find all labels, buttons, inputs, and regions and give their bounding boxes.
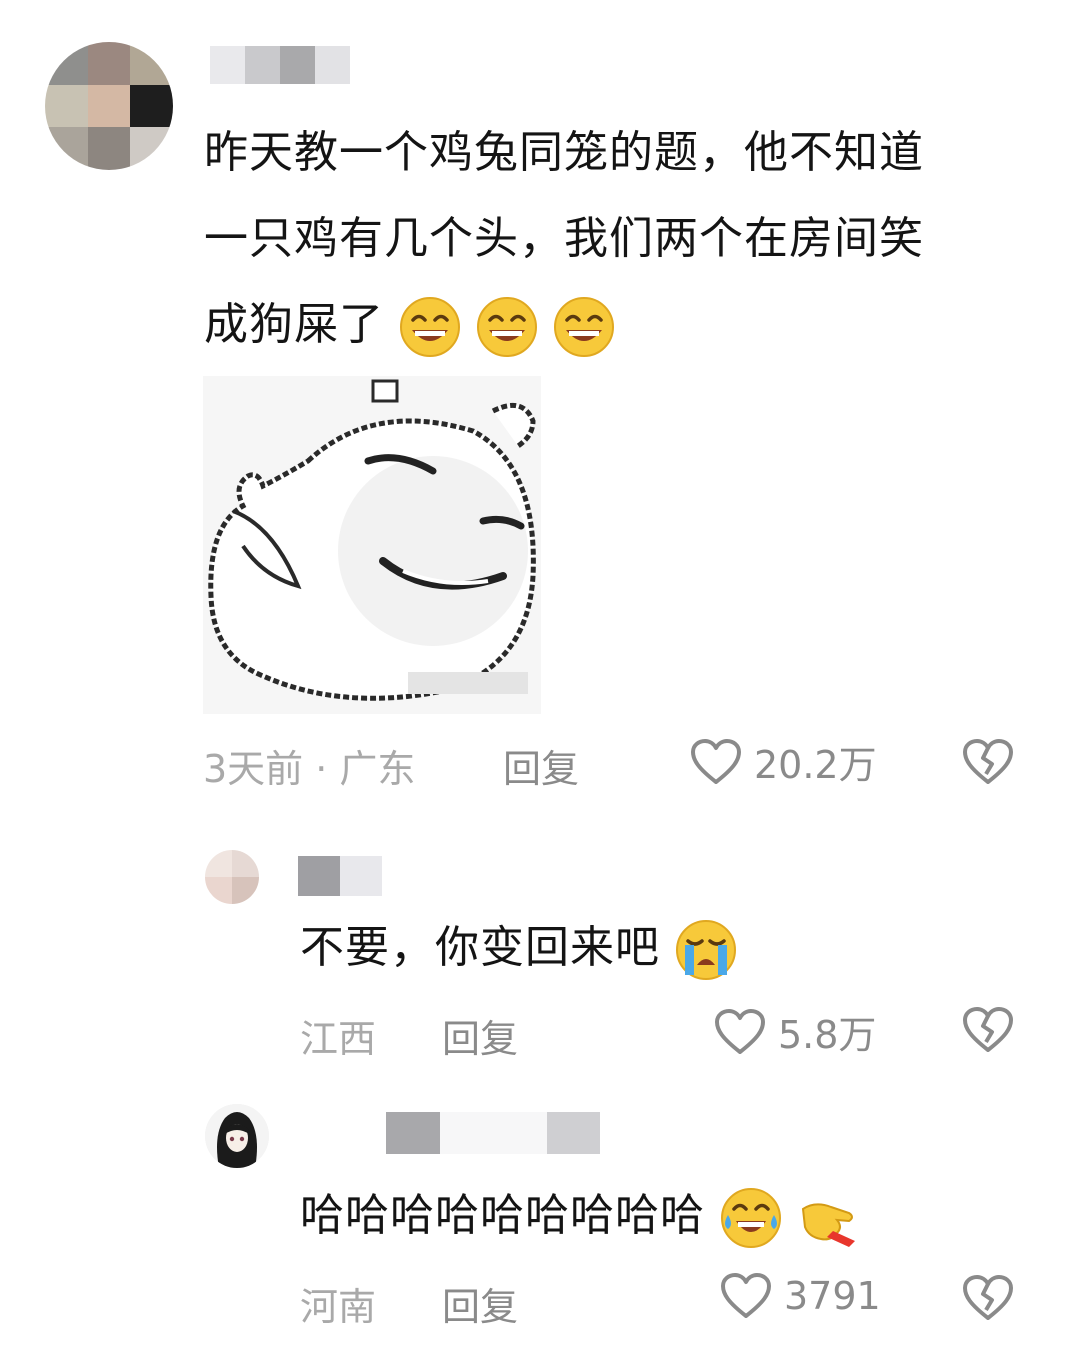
reply-location: 江西 xyxy=(300,1017,377,1061)
reply-button[interactable]: 回复 xyxy=(442,1008,518,1063)
like-button[interactable]: 3791 xyxy=(720,1272,881,1320)
username[interactable] xyxy=(386,1112,600,1154)
dislike-broken-heart-icon[interactable] xyxy=(962,1274,1014,1322)
like-count: 20.2万 xyxy=(754,743,877,787)
like-count: 3791 xyxy=(784,1274,881,1318)
comment-sticker-image[interactable] xyxy=(203,376,541,714)
avatar[interactable] xyxy=(205,1104,269,1168)
comment-line: 成狗屎了 xyxy=(204,299,384,350)
like-button[interactable]: 20.2万 xyxy=(690,734,877,789)
username[interactable] xyxy=(210,46,350,84)
reply-button[interactable]: 回复 xyxy=(503,738,579,793)
reply-text: 不要，你变回来吧 xyxy=(300,918,737,981)
anime-girl-avatar-image xyxy=(205,1104,269,1168)
avatar[interactable] xyxy=(45,42,173,170)
dislike-broken-heart-icon[interactable] xyxy=(962,738,1014,786)
reply-text: 哈哈哈哈哈哈哈哈哈 xyxy=(300,1186,859,1249)
reply-location: 河南 xyxy=(300,1285,377,1329)
grinning-face-emoji xyxy=(477,297,537,357)
comment-line: 昨天教一个鸡兔同笼的题，他不知道 xyxy=(204,127,924,178)
comment-text: 昨天教一个鸡兔同笼的题，他不知道 一只鸡有几个头，我们两个在房间笑 成狗屎了 xyxy=(204,110,1064,368)
grinning-face-emoji xyxy=(400,297,460,357)
face-with-tears-of-joy-emoji xyxy=(721,1188,781,1248)
heart-icon xyxy=(691,738,741,784)
comment-line: 成狗屎了 xyxy=(204,282,1064,368)
cartoon-sticker xyxy=(203,376,541,714)
comment-time-location: 3天前 · 广东 xyxy=(203,747,416,791)
loudly-crying-face-emoji xyxy=(676,920,736,980)
pointing-hand-emoji xyxy=(801,1203,855,1247)
username[interactable] xyxy=(298,856,382,896)
reply-button[interactable]: 回复 xyxy=(442,1276,518,1331)
grinning-face-emoji xyxy=(554,297,614,357)
reply-text-content: 哈哈哈哈哈哈哈哈哈 xyxy=(300,1190,705,1241)
like-button[interactable]: 5.8万 xyxy=(714,1004,876,1059)
reply-text-content: 不要，你变回来吧 xyxy=(300,922,660,973)
heart-icon xyxy=(715,1008,765,1054)
comment-line: 一只鸡有几个头，我们两个在房间笑 xyxy=(204,213,924,264)
heart-icon xyxy=(721,1273,771,1318)
avatar[interactable] xyxy=(205,850,259,904)
dislike-broken-heart-icon[interactable] xyxy=(962,1006,1014,1054)
like-count: 5.8万 xyxy=(778,1013,877,1057)
